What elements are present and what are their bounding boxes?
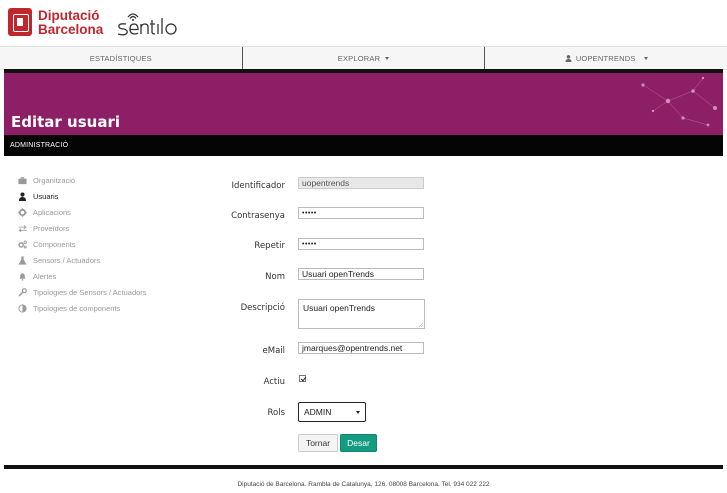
sidebar-item-label: Alertes bbox=[33, 271, 57, 281]
identifier-field[interactable]: uopentrends bbox=[298, 177, 424, 189]
brand-line-1: Diputació bbox=[38, 8, 100, 23]
repeat-password-label: Repetir bbox=[254, 241, 285, 251]
active-label: Actiu bbox=[263, 377, 285, 387]
identifier-label: Identificador bbox=[231, 181, 285, 191]
sidebar-item-label: Sensors / Actuadors bbox=[33, 255, 101, 265]
chevron-down-icon bbox=[643, 56, 648, 60]
transfer-icon bbox=[18, 224, 27, 232]
nav-explore[interactable]: EXPLORAR bbox=[243, 47, 486, 69]
sidebar-item-sensors[interactable]: Sensors / Actuadors bbox=[18, 252, 188, 268]
nav-user-menu[interactable]: UOPENTRENDS bbox=[485, 47, 727, 69]
sidebar-item-organization[interactable]: Organització bbox=[18, 172, 188, 188]
sidebar-item-alerts[interactable]: Alertes bbox=[18, 268, 188, 284]
brand-line-2: Barcelona bbox=[38, 22, 104, 37]
section-bar: ADMINISTRACIÓ bbox=[4, 135, 723, 156]
sidebar-item-label: Proveïdors bbox=[33, 223, 70, 233]
sidebar-item-label: Organització bbox=[33, 175, 76, 185]
nav-user-label: UOPENTRENDS bbox=[575, 53, 636, 63]
footer-address: Diputació de Barcelona. Rambla de Catalu… bbox=[237, 481, 490, 488]
sidebar-item-label: Components bbox=[33, 239, 76, 249]
name-label: Nom bbox=[265, 272, 285, 282]
chevron-down-icon bbox=[356, 411, 360, 414]
sidebar-item-component-types[interactable]: Tipologies de components bbox=[18, 300, 188, 316]
password-field[interactable]: ••••• bbox=[298, 207, 424, 219]
sidebar-item-providers[interactable]: Proveïdors bbox=[18, 220, 188, 236]
nav-explore-label: EXPLORAR bbox=[337, 53, 381, 63]
cogs-icon bbox=[18, 240, 27, 248]
nav-statistics-label: ESTADÍSTIQUES bbox=[89, 53, 152, 63]
description-label: Descripció bbox=[240, 303, 285, 313]
user-icon bbox=[565, 54, 572, 62]
roles-select[interactable]: ADMIN bbox=[298, 402, 366, 422]
user-icon bbox=[18, 191, 27, 201]
description-text: Usuari openTrends bbox=[303, 303, 375, 313]
sentilo-logo[interactable] bbox=[116, 9, 186, 37]
email-field[interactable]: jmarques@opentrends.net bbox=[298, 342, 424, 354]
main-navbar: ESTADÍSTIQUES EXPLORAR UOPENTRENDS bbox=[0, 46, 727, 70]
briefcase-icon bbox=[18, 176, 27, 184]
resize-handle-icon[interactable] bbox=[418, 322, 423, 327]
network-decoration-icon bbox=[641, 76, 717, 127]
sidebar-item-components[interactable]: Components bbox=[18, 236, 188, 252]
save-button[interactable]: Desar bbox=[340, 434, 377, 452]
email-label: eMail bbox=[262, 346, 286, 356]
sidebar-item-label: Tipologies de Sensors / Actuadors bbox=[33, 287, 147, 297]
sidebar-item-sensor-types[interactable]: Tipologies de Sensors / Actuadors bbox=[18, 284, 188, 300]
diputacio-logo-icon[interactable] bbox=[8, 8, 32, 36]
flask-icon bbox=[18, 255, 27, 265]
section-label: ADMINISTRACIÓ bbox=[10, 142, 69, 149]
gear-icon bbox=[18, 207, 27, 217]
chevron-down-icon bbox=[385, 56, 390, 60]
admin-sidebar: Organització Usuaris Aplicacions Proveïd… bbox=[18, 172, 188, 316]
page-title: Editar usuari bbox=[11, 113, 120, 131]
nav-statistics[interactable]: ESTADÍSTIQUES bbox=[0, 47, 243, 69]
sidebar-item-label: Aplicacions bbox=[33, 207, 71, 217]
active-checkbox[interactable] bbox=[299, 375, 306, 382]
password-label: Contrasenya bbox=[231, 211, 285, 221]
sidebar-item-label: Tipologies de components bbox=[33, 303, 121, 313]
roles-selected-value: ADMIN bbox=[304, 407, 332, 417]
wrench-icon bbox=[18, 287, 27, 297]
name-field[interactable]: Usuari openTrends bbox=[298, 268, 424, 280]
sidebar-item-users[interactable]: Usuaris bbox=[18, 188, 188, 204]
sidebar-item-applications[interactable]: Aplicacions bbox=[18, 204, 188, 220]
roles-label: Rols bbox=[267, 408, 285, 418]
bell-icon bbox=[19, 272, 26, 281]
sidebar-item-label: Usuaris bbox=[33, 191, 59, 201]
back-button[interactable]: Tornar bbox=[298, 434, 338, 452]
adjust-icon bbox=[18, 303, 27, 313]
description-textarea[interactable]: Usuari openTrends bbox=[298, 299, 425, 329]
page-banner: Editar usuari bbox=[4, 73, 723, 135]
header: Diputació Barcelona bbox=[0, 0, 727, 46]
bottom-divider bbox=[4, 465, 723, 469]
repeat-password-field[interactable]: ••••• bbox=[298, 238, 424, 250]
brand-name[interactable]: Diputació Barcelona bbox=[38, 9, 103, 37]
